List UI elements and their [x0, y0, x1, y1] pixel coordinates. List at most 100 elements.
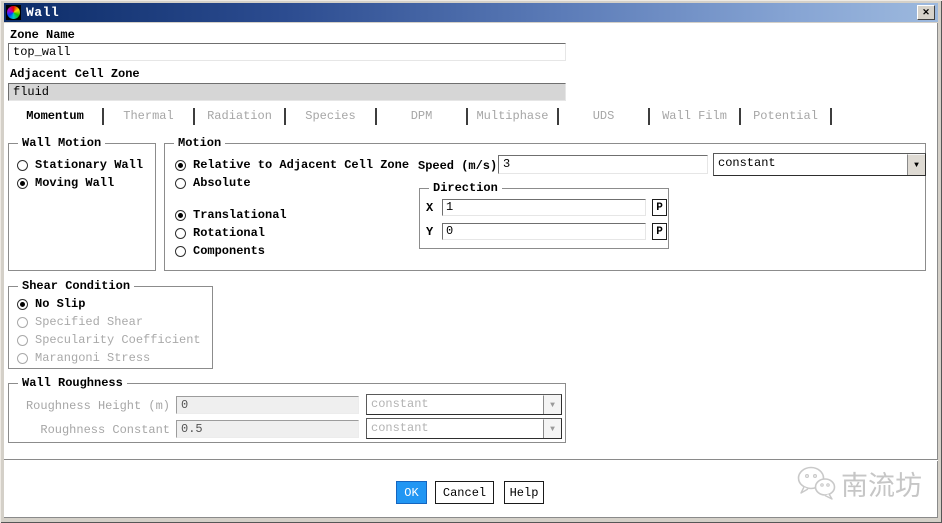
roughness-constant-label: Roughness Constant	[15, 423, 170, 437]
dropdown-arrow-icon: ▼	[543, 419, 561, 438]
radio-moving-wall[interactable]: Moving Wall	[17, 176, 114, 190]
radio-translational[interactable]: Translational	[175, 208, 287, 222]
close-icon: ✕	[922, 7, 930, 18]
axis-x-label: X	[426, 201, 436, 215]
adjacent-cell-zone-label: Adjacent Cell Zone	[10, 67, 140, 81]
tab-species[interactable]: Species	[286, 108, 377, 125]
radio-label: Specified Shear	[35, 315, 143, 329]
zone-name-input[interactable]: top_wall	[8, 43, 566, 61]
radio-icon	[175, 160, 186, 171]
speed-label: Speed (m/s)	[418, 159, 497, 173]
cancel-button[interactable]: Cancel	[435, 481, 494, 504]
wechat-icon	[795, 465, 837, 503]
speed-value: 3	[503, 157, 510, 171]
help-button[interactable]: Help	[504, 481, 544, 504]
tab-radiation[interactable]: Radiation	[195, 108, 286, 125]
window-title: Wall	[26, 5, 59, 20]
direction-y-value: 0	[446, 224, 453, 238]
dropdown-selected-value: constant	[714, 154, 907, 175]
radio-icon	[17, 160, 28, 171]
motion-group: Motion Relative to Adjacent Cell Zone Ab…	[164, 143, 926, 271]
radio-components[interactable]: Components	[175, 244, 265, 258]
radio-stationary-wall[interactable]: Stationary Wall	[17, 158, 143, 172]
shear-condition-group-title: Shear Condition	[18, 279, 134, 293]
wall-dialog: Wall ✕ Zone Name top_wall Adjacent Cell …	[0, 0, 942, 523]
tab-momentum[interactable]: Momentum	[8, 108, 104, 125]
radio-icon	[17, 178, 28, 189]
shear-condition-group: Shear Condition No Slip Specified Shear …	[8, 286, 213, 369]
radio-label: Stationary Wall	[35, 158, 143, 172]
radio-icon	[175, 210, 186, 221]
roughness-constant-profile-dropdown: constant ▼	[366, 418, 562, 439]
radio-label: Relative to Adjacent Cell Zone	[193, 158, 409, 172]
direction-x-input[interactable]: 1	[442, 199, 646, 216]
roughness-height-input: 0	[176, 396, 359, 414]
button-area-separator	[4, 459, 938, 461]
tab-dpm[interactable]: DPM	[377, 108, 468, 125]
radio-label: Absolute	[193, 176, 251, 190]
radio-specified-shear: Specified Shear	[17, 315, 143, 329]
direction-y-row: Y 0 P	[426, 223, 667, 240]
watermark-text: 南流坊	[841, 464, 922, 503]
tab-bar: Momentum Thermal Radiation Species DPM M…	[8, 106, 832, 126]
dropdown-arrow-icon: ▼	[543, 395, 561, 414]
radio-relative-to-adjacent-cell-zone[interactable]: Relative to Adjacent Cell Zone	[175, 158, 409, 172]
radio-rotational[interactable]: Rotational	[175, 226, 265, 240]
p-button-x[interactable]: P	[652, 199, 667, 216]
wall-motion-group-title: Wall Motion	[18, 136, 105, 150]
adjacent-cell-zone-input[interactable]: fluid	[8, 83, 566, 101]
ok-button[interactable]: OK	[396, 481, 427, 504]
radio-icon	[175, 178, 186, 189]
roughness-height-value: 0	[181, 398, 188, 412]
dropdown-selected-value: constant	[367, 419, 543, 438]
wall-roughness-group-title: Wall Roughness	[18, 376, 127, 390]
roughness-constant-value: 0.5	[181, 422, 203, 436]
p-button-y[interactable]: P	[652, 223, 667, 240]
speed-profile-dropdown[interactable]: constant ▼	[713, 153, 926, 176]
radio-icon	[17, 353, 28, 364]
zone-name-value: top_wall	[13, 45, 71, 59]
radio-icon	[175, 246, 186, 257]
roughness-height-label: Roughness Height (m)	[15, 399, 170, 413]
radio-label: Components	[193, 244, 265, 258]
direction-group-title: Direction	[429, 181, 502, 195]
axis-y-label: Y	[426, 225, 436, 239]
radio-label: Rotational	[193, 226, 265, 240]
direction-x-row: X 1 P	[426, 199, 667, 216]
radio-label: Moving Wall	[35, 176, 114, 190]
title-bar[interactable]: Wall ✕	[4, 3, 938, 22]
radio-label: Marangoni Stress	[35, 351, 150, 365]
close-button[interactable]: ✕	[917, 5, 935, 20]
tab-multiphase[interactable]: Multiphase	[468, 108, 559, 125]
radio-label: Specularity Coefficient	[35, 333, 201, 347]
watermark: 南流坊	[795, 464, 922, 503]
tab-uds[interactable]: UDS	[559, 108, 650, 125]
dropdown-arrow-icon[interactable]: ▼	[907, 154, 925, 175]
radio-label: Translational	[193, 208, 287, 222]
adjacent-cell-zone-value: fluid	[13, 85, 49, 99]
roughness-constant-input: 0.5	[176, 420, 359, 438]
roughness-height-profile-dropdown: constant ▼	[366, 394, 562, 415]
wall-roughness-group: Wall Roughness Roughness Height (m) 0 co…	[8, 383, 566, 443]
tab-potential[interactable]: Potential	[741, 108, 832, 125]
radio-marangoni-stress: Marangoni Stress	[17, 351, 150, 365]
direction-x-value: 1	[446, 200, 453, 214]
zone-name-label: Zone Name	[10, 28, 75, 42]
speed-input[interactable]: 3	[498, 155, 708, 174]
radio-icon	[17, 299, 28, 310]
p-button-label: P	[656, 202, 663, 214]
radio-absolute[interactable]: Absolute	[175, 176, 251, 190]
radio-no-slip[interactable]: No Slip	[17, 297, 85, 311]
direction-group: Direction X 1 P Y 0 P	[419, 188, 669, 249]
radio-icon	[17, 335, 28, 346]
radio-icon	[17, 317, 28, 328]
direction-y-input[interactable]: 0	[442, 223, 646, 240]
fluent-app-icon	[6, 5, 21, 20]
dropdown-selected-value: constant	[367, 395, 543, 414]
tab-thermal[interactable]: Thermal	[104, 108, 195, 125]
tab-wall-film[interactable]: Wall Film	[650, 108, 741, 125]
motion-group-title: Motion	[174, 136, 225, 150]
p-button-label: P	[656, 226, 663, 238]
wall-motion-group: Wall Motion Stationary Wall Moving Wall	[8, 143, 156, 271]
radio-icon	[175, 228, 186, 239]
